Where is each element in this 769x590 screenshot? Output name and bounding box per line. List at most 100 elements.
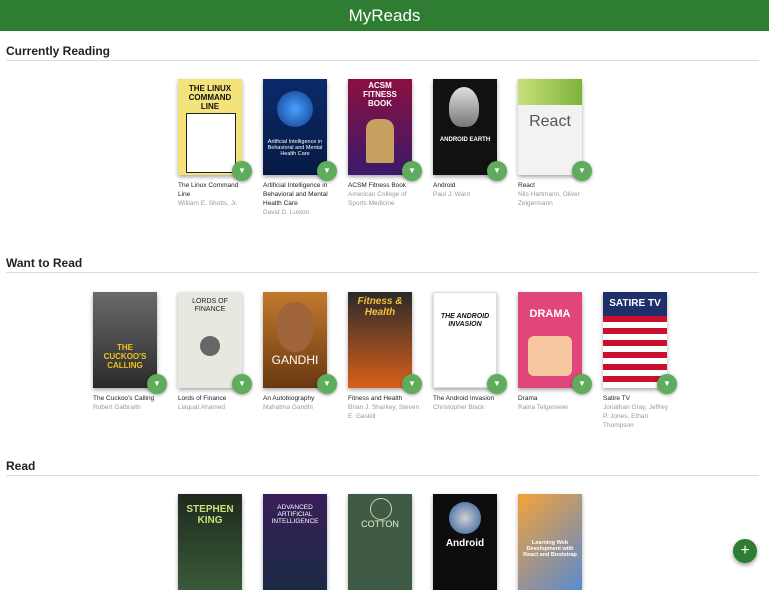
book-title: ACSM Fitness Book <box>348 182 407 189</box>
cover-text: ADVANCED ARTIFICIAL INTELLIGENCE <box>271 504 319 526</box>
shelf-changer-button[interactable]: ▼ <box>232 374 252 394</box>
book-authors: Liaquat Ahamed <box>178 404 225 411</box>
cover-text: STEPHEN KING <box>186 504 234 526</box>
cover-text: GANDHI <box>271 353 319 367</box>
cover-text: THE ANDROID INVASION <box>440 313 490 328</box>
cover-art <box>366 119 394 163</box>
shelf-changer-button[interactable]: ▼ <box>317 161 337 181</box>
cover-text: THE LINUX COMMAND LINE <box>188 84 232 111</box>
triangle-down-icon: ▼ <box>493 379 501 388</box>
cover-text: Android <box>445 538 485 549</box>
book-authors: William E. Shotts, Jr. <box>178 200 238 207</box>
book-title: The Android Invasion <box>433 395 495 402</box>
shelf-changer-button[interactable]: ▼ <box>487 374 507 394</box>
cover-art <box>518 79 582 105</box>
shelf-changer-button[interactable]: ▼ <box>317 374 337 394</box>
book-authors: American College of Sports Medicine <box>348 191 407 207</box>
book-cover[interactable]: Android <box>433 494 497 590</box>
cover-art <box>200 336 220 356</box>
book-cover[interactable]: Learning Web Development with React and … <box>518 494 582 590</box>
book-cover[interactable]: LORDS OF FINANCE <box>178 292 242 388</box>
cover-art <box>449 87 479 127</box>
book-cover[interactable]: ADVANCED ARTIFICIAL INTELLIGENCE <box>263 494 327 590</box>
cover-text: SATIRE TV <box>609 298 661 309</box>
book-title: Satire TV <box>603 395 630 402</box>
shelf-changer-button[interactable]: ▼ <box>487 161 507 181</box>
book-authors: Jonathan Gray, Jeffrey P. Jones, Ethan T… <box>603 404 669 429</box>
cover-text: Artificial Intelligence in Behavioral an… <box>267 139 323 158</box>
book-authors: Mahatma Gandhi <box>263 404 313 411</box>
book-cover[interactable]: ANDROID EARTH <box>433 79 497 175</box>
book-cover[interactable]: Fitness & Health <box>348 292 412 388</box>
triangle-down-icon: ▼ <box>323 166 331 175</box>
app-title: MyReads <box>348 6 421 25</box>
book-title: The Linux Command Line <box>178 182 239 198</box>
shelf-changer-button[interactable]: ▼ <box>402 161 422 181</box>
cover-text: ANDROID EARTH <box>439 137 491 143</box>
shelf-changer-button[interactable]: ▼ <box>657 374 677 394</box>
shelf-title-read: Read <box>6 459 36 473</box>
cover-text: Learning Web Development with React and … <box>523 540 577 559</box>
book-title: An Autobiography <box>263 395 315 402</box>
shelf-changer-button[interactable]: ▼ <box>402 374 422 394</box>
triangle-down-icon: ▼ <box>408 379 416 388</box>
shelf-divider <box>6 475 759 476</box>
triangle-down-icon: ▼ <box>323 379 331 388</box>
book-authors: David D. Luxton <box>263 209 310 216</box>
triangle-down-icon: ▼ <box>578 379 586 388</box>
shelf-changer-button[interactable]: ▼ <box>147 374 167 394</box>
book-cover[interactable]: THE LINUX COMMAND LINE <box>178 79 242 175</box>
cover-text: ACSM FITNESS BOOK <box>363 81 397 108</box>
book-title: Drama <box>518 395 538 402</box>
cover-art <box>449 502 481 534</box>
add-book-button[interactable]: + <box>733 539 757 563</box>
cover-text: DRAMA <box>529 308 571 320</box>
shelf-divider <box>6 272 759 273</box>
book-cover[interactable]: THE ANDROID INVASION <box>433 292 497 388</box>
book-cover[interactable]: React <box>518 79 582 175</box>
shelf-title-currently-reading: Currently Reading <box>6 44 111 58</box>
book-authors: Brian J. Sharkey, Steven E. Gaskill <box>348 404 420 420</box>
book-cover[interactable]: DRAMA <box>518 292 582 388</box>
shelf-divider <box>6 60 759 61</box>
book-cover[interactable]: THE CUCKOO'S CALLING <box>93 292 157 388</box>
triangle-down-icon: ▼ <box>408 166 416 175</box>
book-title: The Cuckoo's Calling <box>93 395 155 402</box>
cover-art <box>277 91 313 127</box>
triangle-down-icon: ▼ <box>493 166 501 175</box>
plus-icon: + <box>740 542 750 559</box>
shelf-title-want-to-read: Want to Read <box>6 256 83 270</box>
cover-art <box>370 498 392 520</box>
book-authors: Raina Telgemeier <box>518 404 569 411</box>
shelf-changer-button[interactable]: ▼ <box>232 161 252 181</box>
cover-text: THE CUCKOO'S CALLING <box>103 343 147 370</box>
book-title: Lords of Finance <box>178 395 227 402</box>
cover-text: Fitness & Health <box>357 296 403 318</box>
cover-text: React <box>529 113 571 130</box>
cover-art <box>186 113 236 173</box>
book-cover[interactable]: GANDHI <box>263 292 327 388</box>
book-authors: Nils Hartmann, Oliver Zeigermann <box>518 191 580 207</box>
book-title: React <box>518 182 535 189</box>
app-header: MyReads <box>0 0 769 31</box>
shelf-changer-button[interactable]: ▼ <box>572 374 592 394</box>
book-authors: Christopher Black <box>433 404 485 411</box>
triangle-down-icon: ▼ <box>238 379 246 388</box>
book-title: Android <box>433 182 456 189</box>
cover-text: LORDS OF FINANCE <box>192 298 228 313</box>
book-cover[interactable]: ACSM FITNESS BOOK <box>348 79 412 175</box>
triangle-down-icon: ▼ <box>663 379 671 388</box>
cover-art <box>277 302 313 352</box>
cover-text: COTTON <box>361 519 399 529</box>
book-title: Artificial Intelligence in Behavioral an… <box>263 182 328 207</box>
book-title: Fitness and Health <box>348 395 403 402</box>
book-authors: Robert Galbraith <box>93 404 141 411</box>
shelf-changer-button[interactable]: ▼ <box>572 161 592 181</box>
book-cover[interactable]: STEPHEN KING <box>178 494 242 590</box>
triangle-down-icon: ▼ <box>578 166 586 175</box>
book-cover[interactable]: COTTON <box>348 494 412 590</box>
book-cover[interactable]: SATIRE TV <box>603 292 667 388</box>
book-authors: Paul J. Ward <box>433 191 470 198</box>
book-cover[interactable]: Artificial Intelligence in Behavioral an… <box>263 79 327 175</box>
cover-art <box>528 336 572 376</box>
